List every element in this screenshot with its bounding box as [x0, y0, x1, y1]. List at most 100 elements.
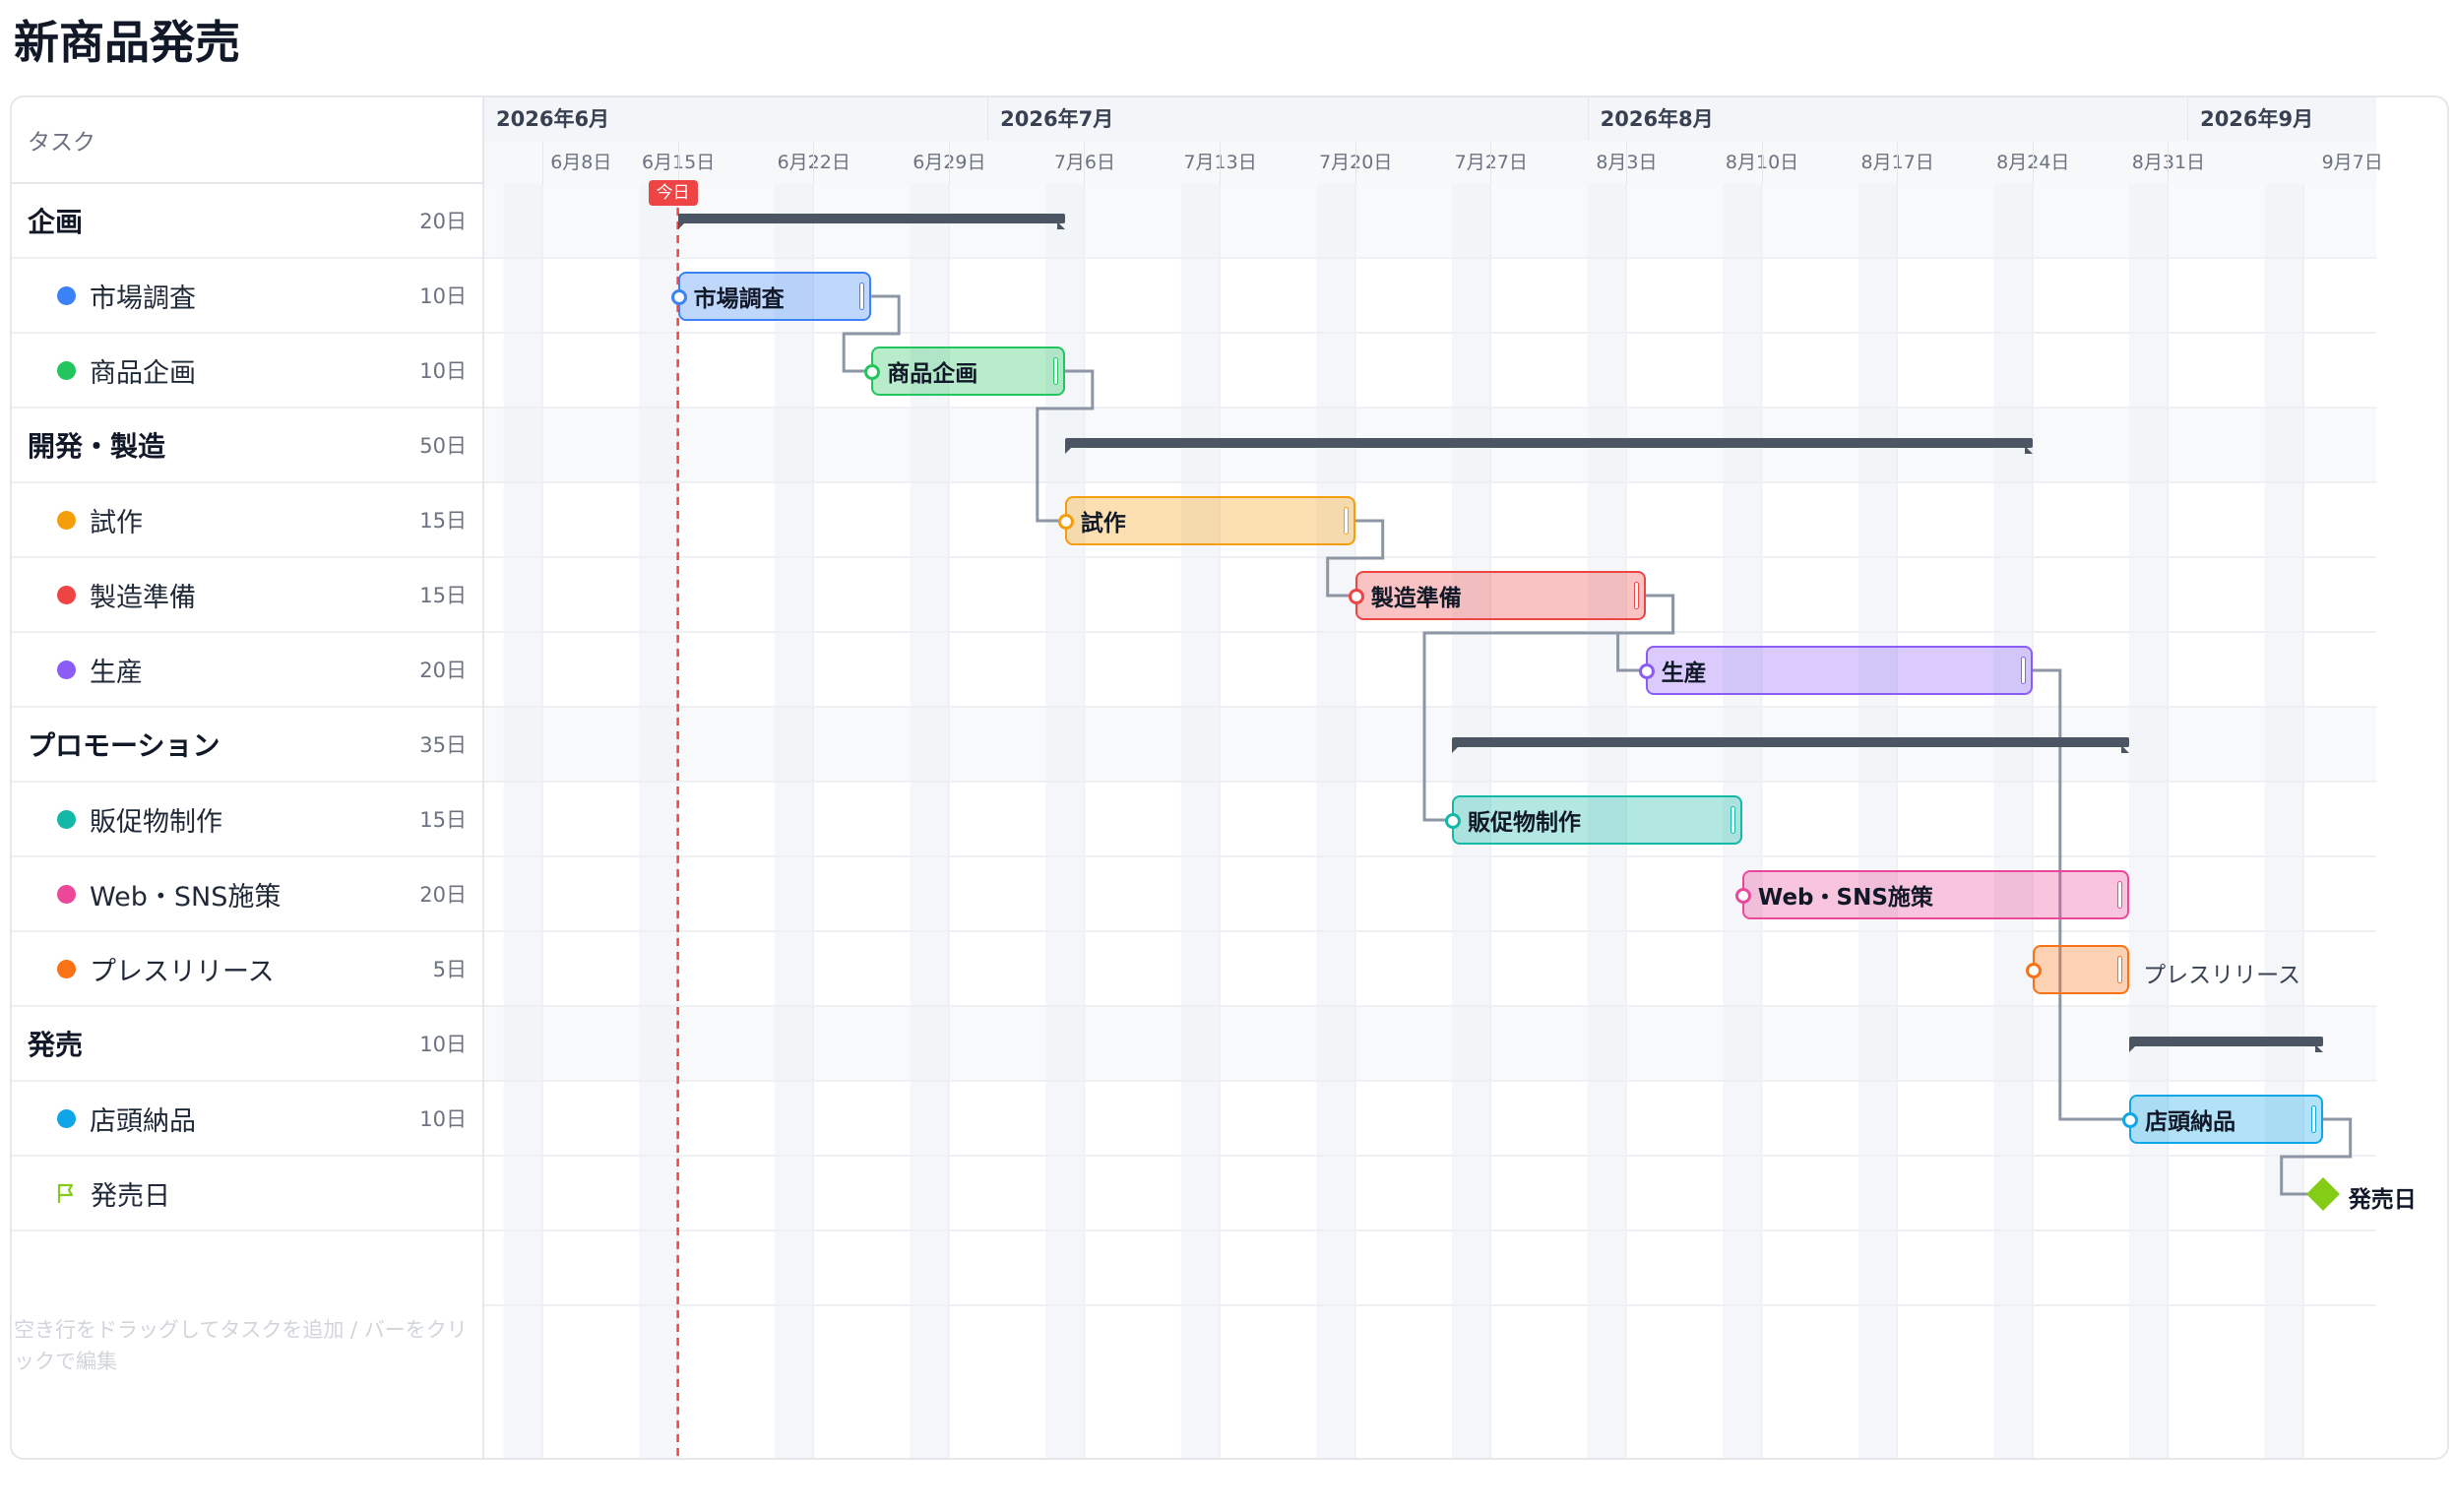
task-color-dot: [57, 285, 76, 305]
timeline-chart[interactable]: 2026年6月 2026年7月 2026年8月 2026年9月 6月8日 6月15日 6月…: [484, 97, 2417, 1458]
resize-handle[interactable]: [2020, 657, 2026, 684]
weekend-shade: [2148, 184, 2169, 1458]
task-row[interactable]: 商品企画 10日: [12, 334, 482, 409]
task-bar[interactable]: 販促物制作: [1445, 795, 1742, 845]
connector-handle[interactable]: [1445, 813, 1461, 829]
task-name: 商品企画: [90, 357, 196, 389]
connector-handle[interactable]: [2025, 963, 2042, 978]
task-bar[interactable]: 製造準備: [1348, 571, 1646, 620]
task-name: プレスリリース: [90, 956, 275, 987]
task-bar[interactable]: 商品企画: [864, 346, 1065, 396]
flag-icon: [55, 1181, 77, 1205]
gantt-chart: タスク 企画 20日 市場調査 10日 商品企画 10日 開発・製造 50日 試作 15日 製造準備…: [10, 95, 2449, 1460]
weekend-shade: [2129, 184, 2149, 1458]
connector-handle[interactable]: [1734, 888, 1751, 904]
task-duration: 15日: [419, 509, 467, 533]
group-summary-bar[interactable]: [1064, 438, 2033, 454]
task-row[interactable]: 生産 20日: [12, 633, 482, 708]
task-bar-label: 商品企画: [887, 361, 978, 387]
task-bar-label: Web・SNS施策: [1757, 885, 1933, 911]
task-row[interactable]: Web・SNS施策 20日: [12, 857, 482, 932]
task-bar[interactable]: 市場調査: [670, 272, 872, 321]
task-bar[interactable]: 試作: [1057, 496, 1355, 545]
resize-handle[interactable]: [2117, 956, 2123, 983]
weekend-shade: [1180, 184, 1201, 1458]
task-bar-label: 販促物制作: [1468, 810, 1581, 836]
task-row[interactable]: 市場調査 10日: [12, 259, 482, 334]
weekend-shade: [1857, 184, 1878, 1458]
connector-handle[interactable]: [670, 289, 687, 305]
today-badge: 今日: [648, 180, 698, 206]
task-bar[interactable]: Web・SNS施策: [1734, 870, 2130, 919]
task-bar[interactable]: [2025, 945, 2130, 994]
task-duration: 10日: [419, 1107, 467, 1131]
page-title: 新商品発売: [14, 16, 240, 69]
task-duration: 5日: [432, 958, 467, 981]
task-duration: 20日: [419, 883, 467, 907]
task-bar[interactable]: 店頭納品: [2122, 1095, 2323, 1144]
task-row[interactable]: プロモーション 35日: [12, 708, 482, 783]
group-summary-bar[interactable]: [1452, 737, 2130, 753]
weekend-shade: [1993, 184, 2014, 1458]
task-name: 発売: [28, 1029, 84, 1061]
task-duration: 10日: [419, 1033, 467, 1056]
resize-handle[interactable]: [1052, 357, 1058, 385]
task-row[interactable]: 企画 20日: [12, 184, 482, 259]
weekend-shade: [2284, 184, 2304, 1458]
connector-handle[interactable]: [864, 364, 881, 380]
connector-handle[interactable]: [2122, 1112, 2139, 1128]
weekend-shade: [1064, 184, 1085, 1458]
task-duration: 35日: [419, 733, 467, 757]
task-duration: 10日: [419, 359, 467, 383]
task-duration: 20日: [419, 659, 467, 682]
task-color-dot: [57, 959, 76, 978]
milestone-label: 発売日: [2348, 1187, 2417, 1213]
connector-handle[interactable]: [1638, 663, 1655, 679]
weekend-shade: [793, 184, 814, 1458]
resize-handle[interactable]: [1730, 806, 1735, 834]
task-list-header: タスク: [12, 97, 482, 184]
task-color-dot: [57, 510, 76, 530]
group-row-bg: [484, 1007, 2376, 1082]
task-name: 市場調査: [90, 283, 196, 314]
resize-handle[interactable]: [859, 283, 865, 310]
task-color-dot: [57, 660, 76, 679]
weekend-shade: [1336, 184, 1355, 1458]
task-name: 試作: [90, 507, 143, 538]
group-summary-bar[interactable]: [2129, 1037, 2323, 1052]
task-bar[interactable]: 生産: [1638, 646, 2033, 695]
resize-handle[interactable]: [1343, 507, 1349, 535]
weekend-shade: [1741, 184, 1762, 1458]
task-name: 製造準備: [90, 582, 196, 613]
weekend-shade: [2013, 184, 2033, 1458]
task-row[interactable]: 製造準備 15日: [12, 558, 482, 633]
task-row[interactable]: 開発・製造 50日: [12, 409, 482, 483]
task-row[interactable]: プレスリリース 5日: [12, 932, 482, 1007]
task-duration: 15日: [419, 808, 467, 832]
task-color-dot: [57, 809, 76, 829]
group-summary-bar[interactable]: [677, 214, 1065, 229]
resize-handle[interactable]: [2117, 881, 2123, 909]
task-row[interactable]: 発売日: [12, 1157, 482, 1231]
weekend-shade: [523, 184, 542, 1458]
task-row[interactable]: 試作 15日: [12, 483, 482, 558]
connector-handle[interactable]: [1348, 589, 1364, 604]
task-row[interactable]: 店頭納品 10日: [12, 1082, 482, 1157]
connector-handle[interactable]: [1057, 514, 1074, 530]
weekend-shade: [639, 184, 659, 1458]
task-row[interactable]: 発売 10日: [12, 1007, 482, 1082]
task-bar-label: プレスリリース: [2143, 963, 2300, 988]
task-row[interactable]: 販促物制作 15日: [12, 783, 482, 857]
task-name: 店頭納品: [90, 1105, 196, 1137]
weekend-shade: [1316, 184, 1337, 1458]
weekend-shade: [503, 184, 524, 1458]
task-list-panel: タスク 企画 20日 市場調査 10日 商品企画 10日 開発・製造 50日 試作 15日 製造準備…: [12, 97, 484, 1458]
resize-handle[interactable]: [2310, 1105, 2316, 1133]
weekend-shade: [2264, 184, 2285, 1458]
task-bar-label: 製造準備: [1370, 586, 1462, 611]
task-duration: 10日: [419, 284, 467, 308]
task-bar-label: 店頭納品: [2145, 1109, 2236, 1135]
task-color-dot: [57, 585, 76, 604]
task-name: 発売日: [91, 1180, 170, 1212]
resize-handle[interactable]: [1633, 582, 1639, 609]
